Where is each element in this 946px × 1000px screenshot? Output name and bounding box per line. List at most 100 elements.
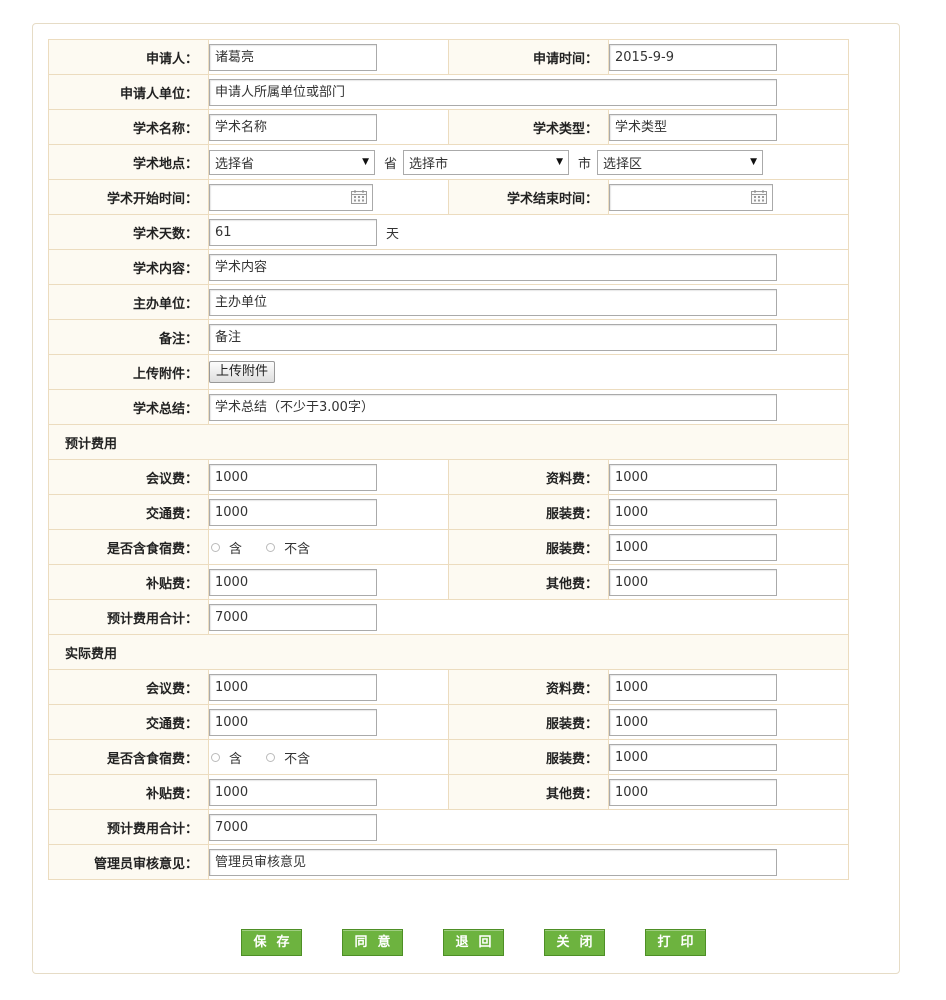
- est-subsidy-label: 补贴费：: [48, 564, 209, 600]
- district-select[interactable]: 选择区 ▼: [597, 149, 764, 175]
- act-lodging-no-option[interactable]: 不含: [264, 748, 310, 767]
- est-meeting-input[interactable]: 1000: [209, 463, 377, 491]
- apply-time-input[interactable]: 2015-9-9: [609, 43, 777, 71]
- actual-section-title: 实际费用: [48, 634, 849, 670]
- act-other-label: 其他费：: [448, 774, 609, 810]
- est-subsidy-input[interactable]: 1000: [209, 568, 377, 596]
- province-unit: 省: [384, 156, 398, 172]
- est-lodging-yes-label: 含: [229, 541, 243, 557]
- act-transport-label: 交通费：: [48, 704, 209, 740]
- row-attachment: 上传附件： 上传附件: [48, 354, 849, 390]
- est-material-input[interactable]: 1000: [609, 463, 777, 491]
- province-select[interactable]: 选择省 ▼: [209, 149, 375, 175]
- start-time-input[interactable]: [209, 183, 373, 211]
- row-content: 学术内容： 学术内容: [48, 249, 849, 285]
- row-summary: 学术总结： 学术总结（不少于3.00字）: [48, 389, 849, 425]
- est-transport-input[interactable]: 1000: [209, 498, 377, 526]
- act-lodging-yes-option[interactable]: 含: [209, 748, 242, 767]
- act-clothing-input[interactable]: 1000: [609, 708, 777, 736]
- reject-button[interactable]: 退回: [443, 929, 504, 956]
- act-material-input[interactable]: 1000: [609, 673, 777, 701]
- act-total-label: 预计费用合计：: [48, 809, 209, 845]
- admin-review-label: 管理员审核意见：: [48, 844, 209, 880]
- row-act-meeting: 会议费： 1000 资料费： 1000: [48, 669, 849, 705]
- application-form: 申请人： 诸葛亮 申请时间： 2015-9-9 申请人单位： 申请人所属单位或部…: [48, 39, 849, 880]
- admin-review-input[interactable]: 管理员审核意见: [209, 848, 777, 876]
- act-lodging-yes-label: 含: [229, 751, 243, 767]
- act-subsidy-input[interactable]: 1000: [209, 778, 377, 806]
- remark-label: 备注：: [48, 319, 209, 355]
- academic-name-input[interactable]: 学术名称: [209, 113, 377, 141]
- calendar-icon[interactable]: [350, 189, 368, 205]
- action-bar: 保存 同意 退回 关闭 打印: [241, 929, 706, 956]
- act-subsidy-label: 补贴费：: [48, 774, 209, 810]
- dropdown-arrow-icon: ▼: [362, 157, 369, 167]
- row-est-total: 预计费用合计： 7000: [48, 599, 849, 635]
- act-clothing-label: 服装费：: [448, 704, 609, 740]
- days-input[interactable]: 61: [209, 218, 377, 246]
- est-clothing2-input[interactable]: 1000: [609, 533, 777, 561]
- row-actual-header: 实际费用: [48, 634, 849, 670]
- est-lodging-label: 是否含食宿费：: [48, 529, 209, 565]
- city-select[interactable]: 选择市 ▼: [403, 149, 570, 175]
- applicant-unit-input[interactable]: 申请人所属单位或部门: [209, 78, 777, 106]
- est-total-label: 预计费用合计：: [48, 599, 209, 635]
- act-total-input[interactable]: 7000: [209, 813, 377, 841]
- estimated-section-title: 预计费用: [48, 424, 849, 460]
- organizer-input[interactable]: 主办单位: [209, 288, 777, 316]
- applicant-unit-label: 申请人单位：: [48, 74, 209, 110]
- act-clothing2-label: 服装费：: [448, 739, 609, 775]
- row-estimated-header: 预计费用: [48, 424, 849, 460]
- est-total-input[interactable]: 7000: [209, 603, 377, 631]
- days-label: 学术天数：: [48, 214, 209, 250]
- academic-name-label: 学术名称：: [48, 109, 209, 145]
- act-transport-input[interactable]: 1000: [209, 708, 377, 736]
- save-button[interactable]: 保存: [241, 929, 302, 956]
- radio-button[interactable]: [211, 542, 220, 552]
- summary-input[interactable]: 学术总结（不少于3.00字）: [209, 393, 777, 421]
- est-lodging-yes-option[interactable]: 含: [209, 538, 242, 557]
- est-clothing-label: 服装费：: [448, 494, 609, 530]
- upload-attachment-button[interactable]: 上传附件: [209, 361, 276, 383]
- apply-time-label: 申请时间：: [448, 39, 609, 75]
- act-clothing2-input[interactable]: 1000: [609, 743, 777, 771]
- end-time-input[interactable]: [609, 183, 773, 211]
- location-label: 学术地点：: [48, 144, 209, 180]
- close-button[interactable]: 关闭: [544, 929, 605, 956]
- organizer-label: 主办单位：: [48, 284, 209, 320]
- calendar-icon[interactable]: [750, 189, 768, 205]
- province-select-value: 选择省: [215, 156, 255, 172]
- est-lodging-no-label: 不含: [284, 541, 311, 557]
- start-time-label: 学术开始时间：: [48, 179, 209, 215]
- row-applicant-unit: 申请人单位： 申请人所属单位或部门: [48, 74, 849, 110]
- row-days: 学术天数： 61 天: [48, 214, 849, 250]
- agree-button[interactable]: 同意: [342, 929, 403, 956]
- radio-button[interactable]: [211, 752, 220, 762]
- est-lodging-no-option[interactable]: 不含: [264, 538, 310, 557]
- est-meeting-label: 会议费：: [48, 459, 209, 495]
- city-unit: 市: [578, 156, 592, 172]
- academic-type-input[interactable]: 学术类型: [609, 113, 777, 141]
- row-applicant: 申请人： 诸葛亮 申请时间： 2015-9-9: [48, 39, 849, 75]
- row-admin-review: 管理员审核意见： 管理员审核意见: [48, 844, 849, 880]
- est-clothing-input[interactable]: 1000: [609, 498, 777, 526]
- applicant-input[interactable]: 诸葛亮: [209, 43, 377, 71]
- row-act-total: 预计费用合计： 7000: [48, 809, 849, 845]
- end-time-label: 学术结束时间：: [448, 179, 609, 215]
- act-lodging-no-label: 不含: [284, 751, 311, 767]
- est-material-label: 资料费：: [448, 459, 609, 495]
- est-clothing2-label: 服装费：: [448, 529, 609, 565]
- row-est-meeting: 会议费： 1000 资料费： 1000: [48, 459, 849, 495]
- remark-input[interactable]: 备注: [209, 323, 777, 351]
- radio-button[interactable]: [266, 752, 276, 762]
- print-button[interactable]: 打印: [645, 929, 706, 956]
- act-meeting-input[interactable]: 1000: [209, 673, 377, 701]
- dropdown-arrow-icon: ▼: [750, 157, 758, 167]
- row-act-transport: 交通费： 1000 服装费： 1000: [48, 704, 849, 740]
- radio-button[interactable]: [266, 542, 276, 552]
- est-other-input[interactable]: 1000: [609, 568, 777, 596]
- content-input[interactable]: 学术内容: [209, 253, 777, 281]
- row-act-subsidy: 补贴费： 1000 其他费： 1000: [48, 774, 849, 810]
- row-location: 学术地点： 选择省 ▼ 省 选择市 ▼ 市 选择区 ▼: [48, 144, 849, 180]
- act-other-input[interactable]: 1000: [609, 778, 777, 806]
